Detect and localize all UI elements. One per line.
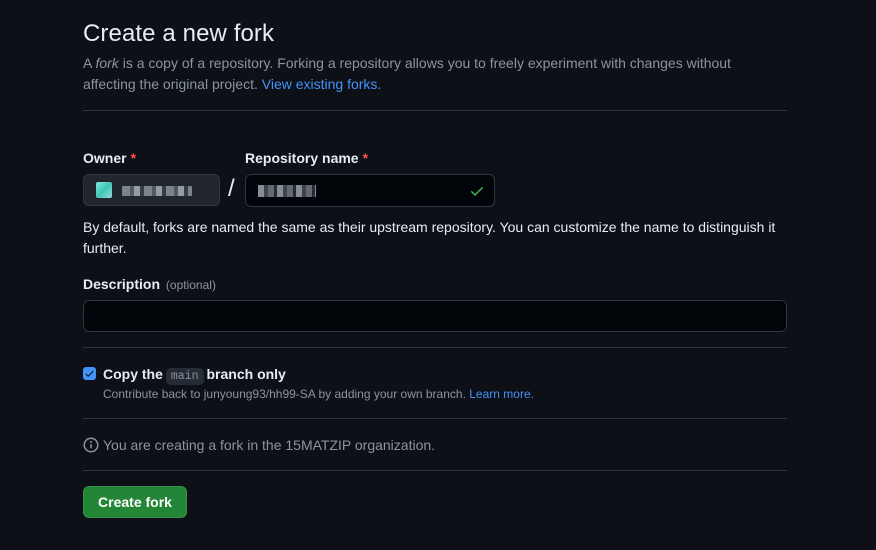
copy-label-after: branch only [206, 366, 286, 382]
check-icon [471, 187, 483, 196]
divider [83, 110, 787, 111]
divider [83, 418, 787, 419]
copy-label-before: Copy the [103, 366, 163, 382]
divider [83, 347, 787, 348]
owner-select[interactable] [83, 174, 220, 206]
intro-prefix: A [83, 55, 96, 71]
branch-name-code: main [165, 368, 204, 385]
checkmark-icon [85, 370, 94, 377]
page-intro: A fork is a copy of a repository. Forkin… [83, 53, 773, 95]
fork-destination-info: You are creating a fork in the 15MATZIP … [83, 437, 435, 453]
repo-name-label: Repository name * [245, 150, 368, 166]
learn-more-link[interactable]: Learn more. [469, 387, 534, 401]
required-mark: * [130, 150, 137, 166]
description-input[interactable] [83, 300, 787, 332]
copy-note-text: Contribute back to junyoung93/hh99-SA by… [103, 387, 470, 401]
owner-label: Owner * [83, 150, 136, 166]
copy-branch-checkbox[interactable] [83, 367, 96, 380]
repo-name-label-text: Repository name [245, 150, 359, 166]
owner-repo-separator: / [228, 175, 235, 202]
owner-label-text: Owner [83, 150, 127, 166]
description-label: Description (optional) [83, 276, 216, 292]
info-text: You are creating a fork in the 15MATZIP … [103, 437, 436, 453]
owner-name-redacted [122, 186, 192, 196]
create-fork-button[interactable]: Create fork [83, 486, 187, 518]
info-icon [83, 437, 99, 453]
repo-name-redacted [258, 185, 316, 197]
divider [83, 470, 787, 471]
description-label-text: Description [83, 276, 161, 292]
owner-avatar [96, 182, 112, 198]
view-existing-forks-link[interactable]: View existing forks. [262, 76, 382, 92]
required-mark: * [362, 150, 369, 166]
copy-branch-label[interactable]: Copy the main branch only [103, 366, 286, 385]
copy-branch-note: Contribute back to junyoung93/hh99-SA by… [103, 387, 534, 401]
page-title: Create a new fork [83, 20, 275, 47]
repo-name-input[interactable] [245, 174, 495, 207]
description-optional: (optional) [165, 278, 216, 292]
intro-text: is a copy of a repository. Forking a rep… [83, 55, 731, 92]
repo-name-help-text: By default, forks are named the same as … [83, 219, 776, 256]
intro-emphasis: fork [95, 55, 119, 71]
